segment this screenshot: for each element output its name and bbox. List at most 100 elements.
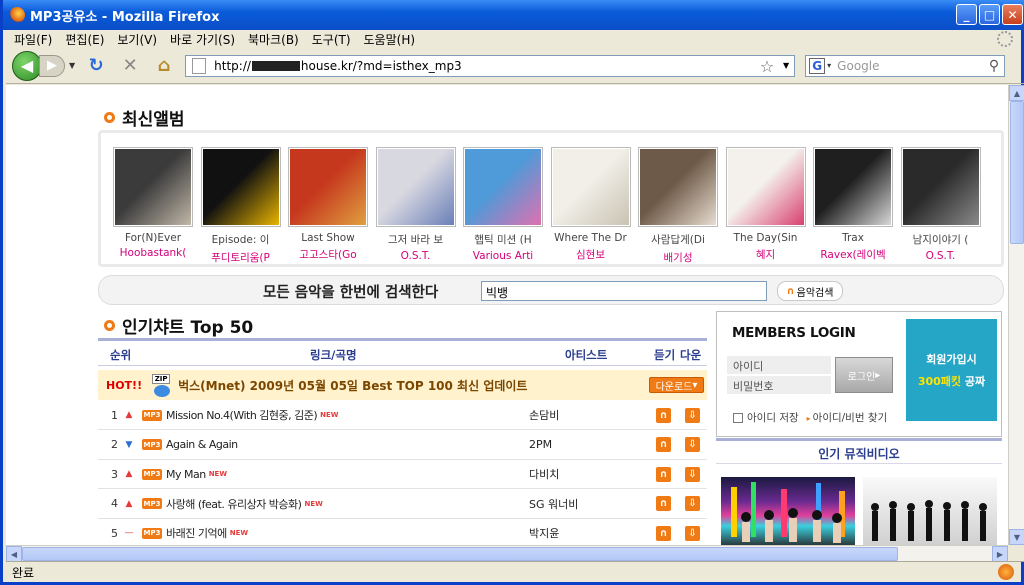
album-title[interactable]: Where The Dr: [549, 232, 633, 244]
song-title[interactable]: 사랑해 (feat. 유리상자 박승화): [166, 496, 302, 512]
search-icon[interactable]: ⚲: [989, 58, 999, 74]
album-cover[interactable]: [463, 147, 543, 227]
download-icon[interactable]: ⇩: [685, 466, 700, 482]
scroll-left-icon[interactable]: ◀: [6, 546, 22, 562]
song-artist[interactable]: 다비치: [529, 466, 559, 482]
album-cover[interactable]: [200, 147, 281, 227]
download-all-button[interactable]: 다운로드 ▾: [649, 377, 704, 393]
menu-item[interactable]: 보기(V): [117, 31, 157, 48]
song-artist[interactable]: SG 워너비: [529, 496, 578, 512]
download-icon[interactable]: ⇩: [685, 525, 700, 541]
album-item[interactable]: 햅틱 미션 (H Various Arti: [461, 147, 545, 262]
album-title[interactable]: Episode: 이: [199, 232, 283, 247]
album-cover[interactable]: [113, 147, 193, 227]
login-id-field[interactable]: 아이디: [727, 356, 831, 374]
song-title[interactable]: Again & Again: [166, 438, 238, 451]
forward-button[interactable]: ▶: [39, 54, 65, 77]
maximize-button[interactable]: □: [979, 4, 1000, 25]
signup-banner[interactable]: 회원가입시 300패킷 공짜: [906, 319, 997, 421]
login-button[interactable]: 로그인 ▸: [835, 357, 893, 393]
download-icon[interactable]: ⇩: [685, 407, 700, 423]
album-item[interactable]: 그저 바라 보 O.S.T.: [374, 147, 458, 262]
album-title[interactable]: 그저 바라 보: [374, 232, 458, 247]
album-item[interactable]: Episode: 이푸디토리움(P: [199, 147, 283, 265]
album-artist[interactable]: 혜지: [724, 247, 808, 262]
song-title[interactable]: My Man: [166, 468, 206, 481]
album-artist[interactable]: 심현보: [549, 247, 633, 262]
album-cover[interactable]: [900, 147, 981, 227]
album-artist[interactable]: 고고스타(Go: [286, 247, 370, 262]
vertical-scrollbar[interactable]: ▲ ▼: [1008, 85, 1024, 545]
album-artist[interactable]: Hoobastank(: [111, 247, 195, 259]
song-title[interactable]: Mission No.4(With 김현중, 김준): [166, 407, 318, 423]
menu-item[interactable]: 북마크(B): [248, 31, 299, 48]
album-title[interactable]: Trax: [811, 232, 895, 244]
album-item[interactable]: The Day(Sin 혜지: [724, 147, 808, 262]
menu-item[interactable]: 바로 가기(S): [170, 31, 235, 48]
address-bar[interactable]: http:// house.kr/?md=isthex_mp3 ☆ ▼: [185, 54, 796, 77]
album-title[interactable]: 햅틱 미션 (H: [461, 232, 545, 247]
album-cover[interactable]: [550, 147, 631, 227]
minimize-button[interactable]: _: [956, 4, 977, 25]
download-icon[interactable]: ⇩: [685, 437, 700, 452]
home-icon[interactable]: ⌂: [152, 54, 176, 78]
stop-icon[interactable]: ✕: [118, 54, 142, 78]
album-item[interactable]: Last Show 고고스타(Go: [286, 147, 370, 262]
song-artist[interactable]: 2PM: [529, 438, 552, 451]
listen-headphones-icon[interactable]: ∩: [656, 437, 671, 452]
album-artist[interactable]: O.S.T.: [899, 250, 983, 262]
album-cover[interactable]: [638, 147, 718, 227]
vertical-scroll-thumb[interactable]: [1010, 101, 1024, 244]
find-account-link[interactable]: ▸ 아이디/비번 찾기: [807, 410, 888, 425]
hot-update-row[interactable]: HOT!! ZIP 벅스(Mnet) 2009년 05월 05일 Best TO…: [98, 370, 707, 400]
album-artist[interactable]: Ravex(레이벡: [811, 247, 895, 262]
scroll-up-icon[interactable]: ▲: [1009, 85, 1024, 101]
album-title[interactable]: Last Show: [286, 232, 370, 244]
album-cover[interactable]: [725, 147, 806, 227]
login-password-field[interactable]: 비밀번호: [727, 376, 831, 394]
download-icon[interactable]: ⇩: [685, 496, 700, 511]
album-cover[interactable]: [375, 147, 456, 227]
album-artist[interactable]: Various Arti: [461, 250, 545, 262]
listen-headphones-icon[interactable]: ∩: [656, 496, 671, 511]
listen-headphones-icon[interactable]: ∩: [656, 525, 671, 541]
album-artist[interactable]: 배기성: [636, 250, 720, 265]
reload-icon[interactable]: ↻: [84, 54, 108, 78]
music-search-input[interactable]: 빅뱅: [481, 281, 767, 301]
menu-item[interactable]: 파일(F): [14, 31, 52, 48]
song-artist[interactable]: 박지윤: [529, 525, 559, 541]
menu-item[interactable]: 도구(T): [312, 31, 351, 48]
close-button[interactable]: ✕: [1002, 4, 1023, 25]
song-title[interactable]: 바래진 기억에: [166, 525, 227, 541]
album-title[interactable]: The Day(Sin: [724, 232, 808, 244]
album-item[interactable]: 남지이야기 ( O.S.T.: [899, 147, 983, 262]
album-artist[interactable]: O.S.T.: [374, 250, 458, 262]
music-video-thumbnail[interactable]: [863, 477, 997, 545]
album-item[interactable]: For(N)Ever Hoobastank(: [111, 147, 195, 259]
music-search-button[interactable]: ∩ 음악검색: [777, 281, 843, 301]
album-title[interactable]: For(N)Ever: [111, 232, 195, 244]
menu-item[interactable]: 편집(E): [65, 31, 104, 48]
url-dropdown-icon[interactable]: ▼: [783, 61, 789, 70]
menu-item[interactable]: 도움말(H): [364, 31, 416, 48]
album-artist[interactable]: 푸디토리움(P: [199, 250, 283, 265]
scroll-right-icon[interactable]: ▶: [992, 546, 1008, 562]
album-cover[interactable]: [813, 147, 893, 227]
music-video-thumbnail[interactable]: [721, 477, 855, 545]
album-item[interactable]: Trax Ravex(레이벡: [811, 147, 895, 262]
history-dropdown-icon[interactable]: ▼: [69, 61, 75, 70]
album-title[interactable]: 사람답게(Di: [636, 232, 720, 247]
album-item[interactable]: 사람답게(Di 배기성: [636, 147, 720, 265]
listen-headphones-icon[interactable]: ∩: [656, 407, 671, 423]
horizontal-scroll-thumb[interactable]: [22, 547, 898, 561]
song-artist[interactable]: 손담비: [529, 407, 559, 423]
listen-headphones-icon[interactable]: ∩: [656, 466, 671, 482]
scroll-down-icon[interactable]: ▼: [1009, 529, 1024, 545]
browser-search-input[interactable]: G ▾ Google ⚲: [805, 54, 1006, 77]
bookmark-star-icon[interactable]: ☆: [760, 57, 774, 76]
back-button[interactable]: ◀: [12, 50, 42, 81]
horizontal-scrollbar[interactable]: ◀ ▶: [6, 545, 1008, 562]
album-title[interactable]: 남지이야기 (: [899, 232, 983, 247]
save-id-checkbox[interactable]: [733, 412, 743, 423]
album-cover[interactable]: [288, 147, 368, 227]
